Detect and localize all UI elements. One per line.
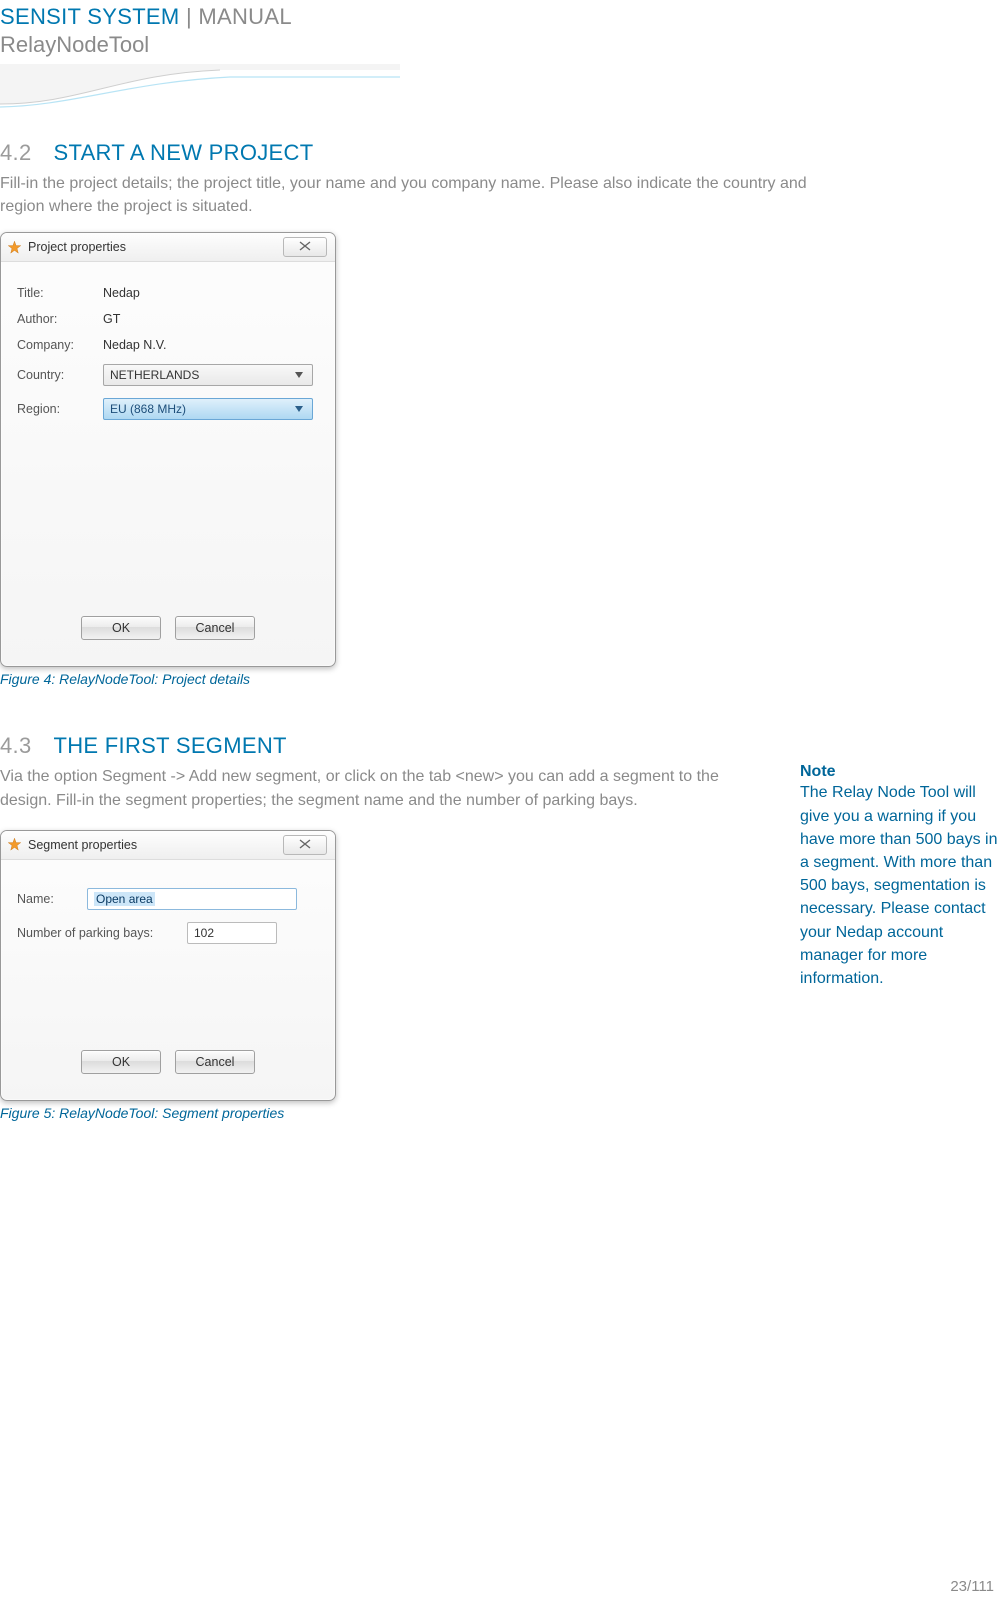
- dialog-title: Project properties: [28, 240, 126, 254]
- label-country: Country:: [17, 368, 103, 382]
- label-title: Title:: [17, 286, 103, 300]
- dialog-body: Title: Nedap Author: GT Company: Nedap N…: [1, 262, 335, 666]
- close-icon: [299, 238, 311, 256]
- value-company[interactable]: Nedap N.V.: [103, 338, 166, 352]
- page-number: 23/111: [950, 1578, 994, 1595]
- region-value: EU (868 MHz): [110, 402, 186, 416]
- doc-title-prefix: SENSIT SYSTEM: [0, 4, 180, 29]
- note-title: Note: [800, 763, 1000, 781]
- app-star-icon: [7, 240, 22, 255]
- section-body: Fill-in the project details; the project…: [0, 172, 820, 218]
- page-header: SENSIT SYSTEM | MANUAL RelayNodeTool: [0, 0, 1000, 58]
- section-number: 4.2: [0, 140, 31, 166]
- value-author[interactable]: GT: [103, 312, 120, 326]
- figure-caption-5: Figure 5: RelayNodeTool: Segment propert…: [0, 1105, 764, 1121]
- chevron-down-icon: [290, 366, 308, 384]
- label-name: Name:: [17, 892, 87, 906]
- sidebar-note: Note The Relay Node Tool will give you a…: [800, 759, 1000, 990]
- dialog-titlebar: Project properties: [1, 233, 335, 262]
- value-title[interactable]: Nedap: [103, 286, 140, 300]
- segment-name-value: Open area: [94, 892, 155, 906]
- label-bays: Number of parking bays:: [17, 926, 177, 940]
- section-4-3: 4.3 THE FIRST SEGMENT Via the option Seg…: [0, 733, 1000, 1120]
- label-author: Author:: [17, 312, 103, 326]
- section-4-2: 4.2 START A NEW PROJECT Fill-in the proj…: [0, 140, 1000, 687]
- project-properties-dialog: Project properties Title: Nedap Author: …: [0, 232, 336, 667]
- dialog-buttons: OK Cancel: [1, 1040, 335, 1088]
- segment-properties-dialog: Segment properties Name: Open area: [0, 830, 336, 1101]
- doc-subtitle: RelayNodeTool: [0, 32, 1000, 58]
- country-dropdown[interactable]: NETHERLANDS: [103, 364, 313, 386]
- close-button[interactable]: [283, 237, 327, 257]
- section-number: 4.3: [0, 733, 31, 759]
- segment-name-input[interactable]: Open area: [87, 888, 297, 910]
- dialog-titlebar: Segment properties: [1, 831, 335, 860]
- dialog-title: Segment properties: [28, 838, 137, 852]
- parking-bays-input[interactable]: 102: [187, 922, 277, 944]
- section-title: START A NEW PROJECT: [53, 140, 313, 166]
- decorative-swoosh: [0, 64, 400, 114]
- close-icon: [299, 836, 311, 854]
- label-region: Region:: [17, 402, 103, 416]
- dialog-body: Name: Open area Number of parking bays: …: [1, 860, 335, 1100]
- figure-caption-4: Figure 4: RelayNodeTool: Project details: [0, 671, 1000, 687]
- chevron-down-icon: [290, 400, 308, 418]
- country-value: NETHERLANDS: [110, 368, 199, 382]
- section-heading: 4.3 THE FIRST SEGMENT: [0, 733, 1000, 759]
- label-company: Company:: [17, 338, 103, 352]
- dialog-buttons: OK Cancel: [1, 606, 335, 654]
- doc-title: SENSIT SYSTEM | MANUAL: [0, 4, 1000, 30]
- close-button[interactable]: [283, 835, 327, 855]
- section-heading: 4.2 START A NEW PROJECT: [0, 140, 1000, 166]
- region-dropdown[interactable]: EU (868 MHz): [103, 398, 313, 420]
- cancel-button[interactable]: Cancel: [175, 616, 255, 640]
- ok-button[interactable]: OK: [81, 616, 161, 640]
- app-star-icon: [7, 837, 22, 852]
- doc-title-sep: |: [180, 4, 199, 29]
- section-title: THE FIRST SEGMENT: [53, 733, 286, 759]
- section-body: Via the option Segment -> Add new segmen…: [0, 765, 764, 811]
- note-body: The Relay Node Tool will give you a warn…: [800, 781, 1000, 990]
- ok-button[interactable]: OK: [81, 1050, 161, 1074]
- cancel-button[interactable]: Cancel: [175, 1050, 255, 1074]
- doc-title-suffix: MANUAL: [198, 4, 292, 29]
- parking-bays-value: 102: [194, 926, 214, 940]
